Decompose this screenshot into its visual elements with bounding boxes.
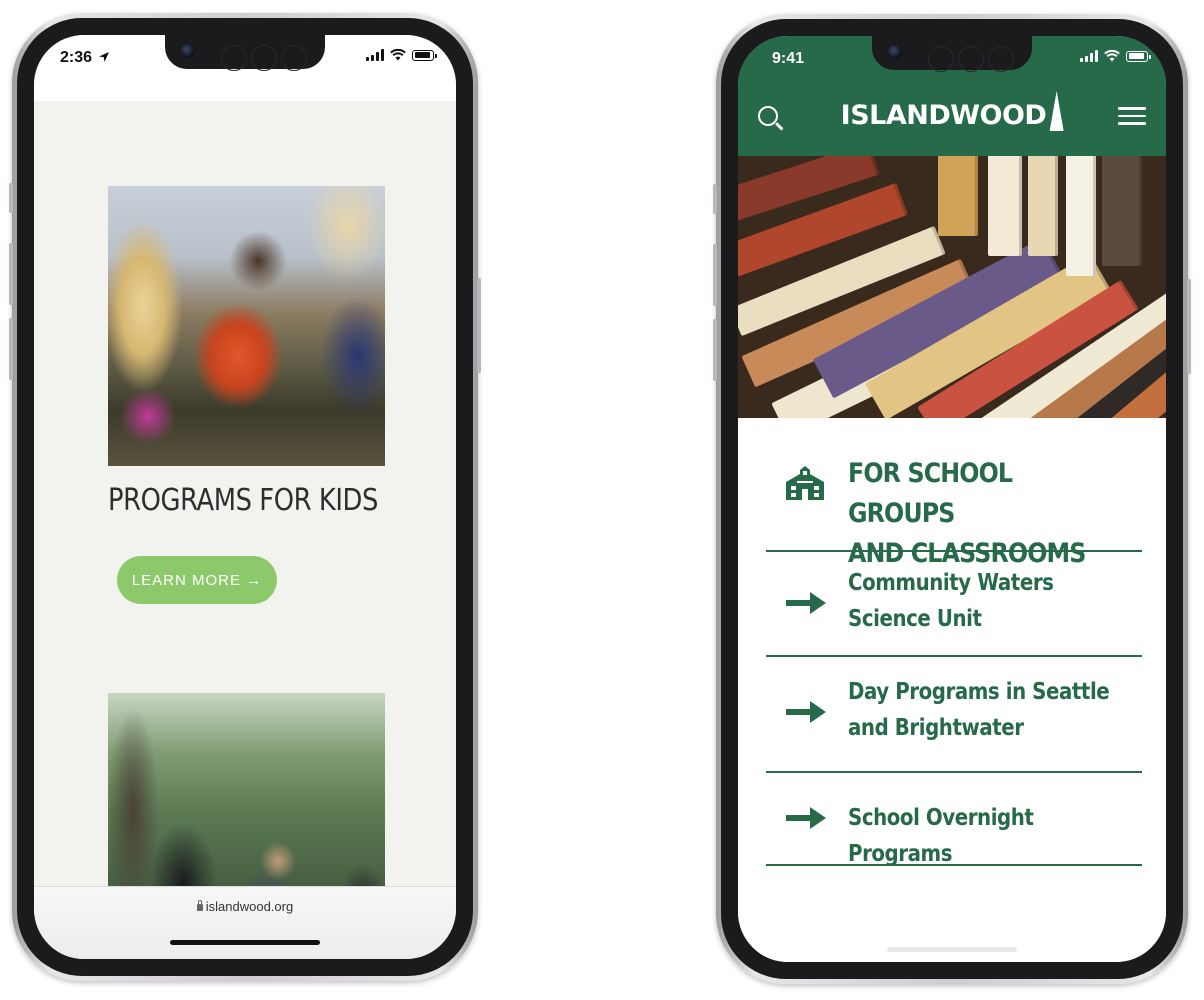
front-camera: [888, 45, 902, 59]
divider: [766, 864, 1142, 866]
status-time: 9:41: [772, 50, 805, 67]
menu-icon[interactable]: [1118, 107, 1146, 125]
signal-icon: [366, 49, 384, 61]
sensor: [251, 45, 277, 71]
list-item-label: Day Programs in Seattle and Brightwater: [848, 674, 1123, 746]
list-item-label: School Overnight Programs: [848, 800, 1123, 872]
camera-notch: [165, 35, 325, 71]
book-spine: [1102, 156, 1142, 266]
list-item-line: Science Unit: [848, 606, 982, 632]
url-text: islandwood.org: [205, 899, 294, 914]
status-time: 2:36: [60, 49, 110, 67]
tree-logo-icon: [1049, 91, 1064, 131]
book-spine: [1066, 156, 1096, 276]
school-building-icon: [786, 466, 824, 500]
battery-icon: [412, 49, 437, 61]
list-item-label: Community Waters Science Unit: [848, 565, 1123, 637]
school-groups-section: FOR SCHOOL GROUPS AND CLASSROOMS Communi…: [738, 418, 1166, 962]
location-arrow-icon: [99, 52, 110, 62]
book-spine: [1028, 156, 1058, 256]
front-camera: [181, 44, 195, 58]
sensor: [281, 45, 307, 71]
search-icon[interactable]: [758, 106, 778, 126]
home-indicator[interactable]: [887, 947, 1017, 952]
volume-up-button: [9, 243, 13, 305]
phone-screen-right: ISLANDWOOD 9:41 FOR SCHOOL GROUPS AND CL…: [738, 36, 1166, 962]
volume-down-button: [713, 319, 717, 381]
volume-down-button: [9, 318, 13, 380]
camera-notch: [872, 36, 1032, 72]
list-item[interactable]: School Overnight Programs: [738, 772, 1166, 867]
wifi-icon: [390, 49, 406, 61]
list-item[interactable]: Community Waters Science Unit: [738, 551, 1166, 655]
status-icons: [366, 49, 437, 61]
power-button: [477, 278, 481, 373]
list-item-line: School Overnight Programs: [848, 805, 1034, 867]
web-page: PROGRAMS FOR KIDS LEARN MORE →: [34, 101, 456, 938]
arrow-right-icon: [786, 807, 826, 829]
phone-screen-left: 2:36 PROGRAMS FOR KIDS LEARN MORE → isla…: [34, 35, 456, 959]
list-item-line: and Brightwater: [848, 715, 1024, 741]
books-hero-image: [738, 156, 1166, 418]
home-indicator[interactable]: [170, 940, 320, 945]
list-item-line: Community Waters: [848, 570, 1054, 596]
mute-switch: [9, 183, 13, 213]
volume-up-button: [713, 244, 717, 306]
book-spine: [938, 156, 978, 236]
signal-icon: [1080, 50, 1098, 62]
sensor: [928, 46, 954, 72]
arrow-right-icon: [786, 701, 826, 723]
arrow-right-icon: [786, 592, 826, 614]
book-spine: [988, 156, 1022, 256]
url-display[interactable]: islandwood.org: [34, 899, 456, 914]
lock-icon: [196, 900, 203, 911]
browser-address-bar[interactable]: islandwood.org: [34, 886, 456, 959]
list-item-line: Day Programs in Seattle: [848, 679, 1110, 705]
page-title: PROGRAMS FOR KIDS: [108, 483, 378, 518]
power-button: [1187, 279, 1191, 374]
list-item[interactable]: Day Programs in Seattle and Brightwater: [738, 656, 1166, 771]
sensor: [988, 46, 1014, 72]
status-icons: [1080, 50, 1151, 62]
mute-switch: [713, 184, 717, 214]
phone-frame-left: 2:36 PROGRAMS FOR KIDS LEARN MORE → isla…: [9, 13, 481, 981]
islandwood-logo[interactable]: ISLANDWOOD: [841, 91, 1064, 131]
wifi-icon: [1104, 50, 1120, 62]
kids-photo: [108, 186, 385, 466]
battery-icon: [1126, 50, 1151, 62]
section-title-line: FOR SCHOOL GROUPS: [848, 458, 1013, 529]
phone-frame-right: ISLANDWOOD 9:41 FOR SCHOOL GROUPS AND CL…: [713, 14, 1191, 984]
sensor: [958, 46, 984, 72]
sensor: [221, 45, 247, 71]
logo-text: ISLANDWOOD: [840, 100, 1047, 131]
learn-more-button[interactable]: LEARN MORE →: [117, 556, 277, 604]
